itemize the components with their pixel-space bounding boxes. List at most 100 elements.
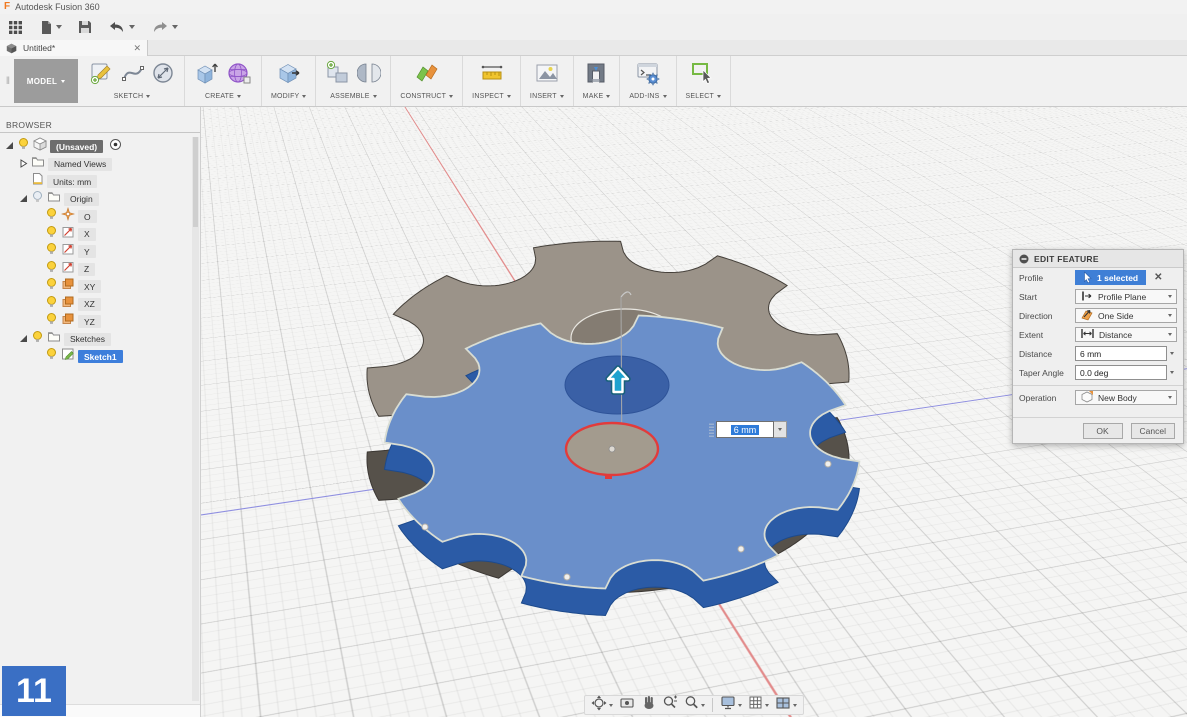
ribbon-group-label[interactable]: INSERT [530,93,564,100]
tree-item-label[interactable]: Named Views [48,157,113,171]
ribbon-group-label[interactable]: CONSTRUCT [400,93,454,100]
ok-button[interactable]: OK [1082,422,1123,439]
ribbon-group-label[interactable]: INSPECT [472,93,511,100]
tree-row-units--mm[interactable]: Units: mm [0,173,200,191]
visibility-bulb-icon[interactable] [31,330,44,349]
circle-diameter-icon[interactable] [151,61,175,90]
vertex-marker[interactable] [421,523,429,531]
input-caret[interactable] [1167,352,1177,355]
visibility-bulb-icon[interactable] [45,242,58,261]
mesh-sphere-icon[interactable] [226,60,252,91]
print-3d-icon[interactable] [583,60,609,91]
tree-item-label[interactable]: XY [78,280,102,294]
ribbon-group-label[interactable]: SKETCH [114,93,151,100]
collapsed-expander-icon[interactable] [18,158,28,170]
tree-row-xy[interactable]: XY [0,278,200,296]
tree-row-origin[interactable]: Origin [0,190,200,209]
tree-row--unsaved-[interactable]: (Unsaved) [0,137,200,156]
tree-item-label[interactable]: O [78,210,97,224]
tree-row-sketch1[interactable]: Sketch1 [0,348,200,366]
sketch-create-icon[interactable] [89,60,115,91]
tree-item-label[interactable]: Origin [64,192,99,206]
app-grid-button[interactable] [8,20,23,35]
visibility-bulb-icon[interactable] [45,260,58,279]
orbit-tool-button[interactable] [589,694,615,717]
tree-item-label[interactable]: YZ [78,315,101,329]
ribbon-grip[interactable]: ‖ [4,56,12,106]
profile-selected-chip[interactable]: 1 selected [1075,270,1147,285]
pan-tool-button[interactable] [639,694,658,716]
extrude-icon[interactable] [194,60,220,91]
tree-row-z[interactable]: Z [0,260,200,279]
ribbon-group-label[interactable]: CREATE [205,93,242,100]
dialog-header[interactable]: EDIT FEATURE [1013,250,1183,268]
visibility-bulb-icon[interactable] [31,190,44,209]
save-button[interactable] [78,20,92,34]
operation-dropdown[interactable]: New Body [1075,390,1177,405]
scripts-icon[interactable] [635,60,661,91]
start-dropdown[interactable]: Profile Plane [1075,289,1177,304]
visibility-bulb-icon[interactable] [45,295,58,314]
visibility-bulb-icon[interactable] [45,347,58,366]
display-tool-button[interactable] [718,694,744,716]
visibility-bulb-icon[interactable] [17,137,30,156]
ribbon-group-label[interactable]: SELECT [686,93,721,100]
tree-row-sketches[interactable]: Sketches [0,330,200,349]
distance-input[interactable]: 6 mm [1075,346,1167,361]
new-component-icon[interactable] [325,60,351,91]
tree-item-label[interactable]: Z [78,262,96,276]
press-pull-icon[interactable] [276,60,302,91]
construct-plane-icon[interactable] [414,60,440,91]
tree-item-label[interactable]: Y [78,245,96,259]
ribbon-group-label[interactable]: ADD-INS [629,93,667,100]
dimension-input[interactable]: 6 mm [709,420,787,439]
input-caret[interactable] [1167,371,1177,374]
cancel-button[interactable]: Cancel [1130,422,1175,439]
expanded-expander-icon[interactable] [18,194,28,205]
distance-dropdown-caret[interactable] [774,421,787,438]
insert-image-icon[interactable] [534,60,560,91]
browser-vertical-scrollbar[interactable] [192,137,199,701]
vertex-marker[interactable] [824,460,832,468]
taper-angle-input[interactable]: 0.0 deg [1075,365,1167,380]
joint-icon[interactable] [357,60,382,91]
visibility-bulb-icon[interactable] [45,207,58,226]
tree-row-y[interactable]: Y [0,243,200,261]
measure-icon[interactable] [479,60,505,91]
layout-tool-button[interactable] [773,695,799,716]
tree-row-xz[interactable]: XZ [0,295,200,314]
tree-item-label[interactable]: Sketch1 [78,350,123,364]
collapse-icon[interactable] [1019,254,1029,264]
visibility-bulb-icon[interactable] [45,312,58,331]
document-tab[interactable]: Untitled* ✕ [0,40,148,56]
tree-item-label[interactable]: Sketches [64,332,111,346]
undo-button[interactable] [108,21,135,34]
tree-item-label[interactable]: Units: mm [47,175,98,189]
workspace-switcher[interactable]: MODEL [14,59,78,103]
spline-icon[interactable] [121,61,145,90]
visibility-bulb-icon[interactable] [45,277,58,296]
look-at-tool-button[interactable] [617,695,637,716]
ribbon-group-label[interactable]: MODIFY [271,93,307,100]
distance-value-field[interactable]: 6 mm [716,421,774,438]
sketch-center-point[interactable] [608,445,616,453]
tab-close-icon[interactable]: ✕ [133,43,141,54]
visibility-bulb-icon[interactable] [45,225,58,244]
tree-row-yz[interactable]: YZ [0,313,200,331]
ribbon-group-label[interactable]: MAKE [583,93,611,100]
tree-row-o[interactable]: O [0,207,200,226]
clear-selection-icon[interactable]: ✕ [1154,272,1162,283]
direction-dropdown[interactable]: One Side [1075,308,1177,323]
ribbon-group-label[interactable]: ASSEMBLE [330,93,377,100]
select-icon[interactable] [690,60,716,91]
drag-handle[interactable] [709,422,714,437]
extent-dropdown[interactable]: Distance [1075,327,1177,342]
fit-tool-button[interactable] [682,694,707,716]
tree-row-x[interactable]: X [0,225,200,244]
file-menu-button[interactable] [39,20,62,35]
tree-item-label[interactable]: XZ [78,297,101,311]
activate-target-icon[interactable] [109,138,122,156]
vertex-marker[interactable] [737,545,745,553]
grid-toggle-tool-button[interactable] [746,694,771,716]
expanded-expander-icon[interactable] [18,334,28,345]
